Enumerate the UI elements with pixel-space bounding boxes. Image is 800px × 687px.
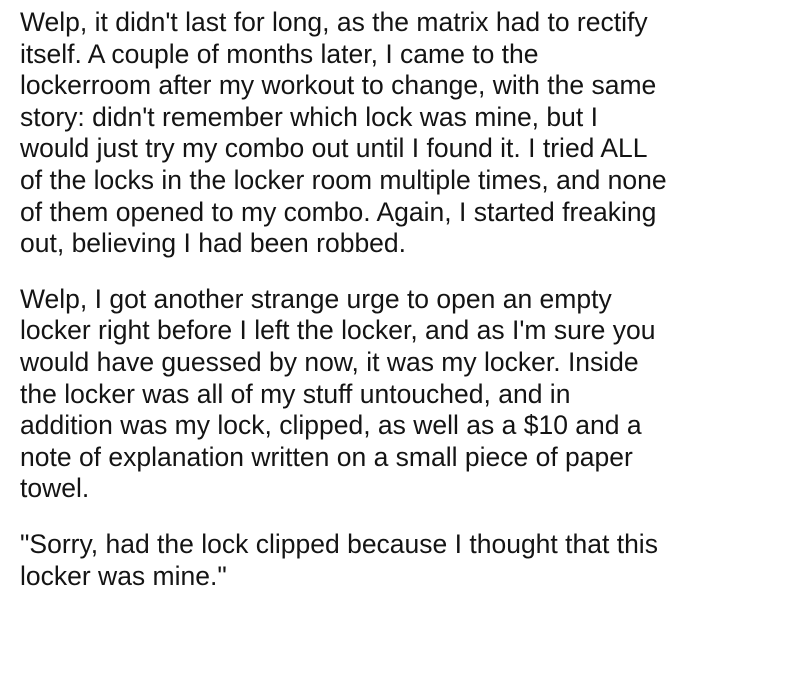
text-line: of the locks in the locker room multiple…	[20, 164, 667, 195]
text-line: note of explanation written on a small p…	[20, 441, 633, 472]
text-line: story: didn't remember which lock was mi…	[20, 101, 598, 132]
text-line: addition was my lock, clipped, as well a…	[20, 410, 642, 441]
text-line: would just try my combo out until I foun…	[20, 133, 648, 164]
text-line: of them opened to my combo. Again, I sta…	[20, 196, 657, 227]
text-line: would have guessed by now, it was my loc…	[20, 346, 639, 377]
text-line: locker was mine."	[20, 560, 227, 591]
text-line: out, believing I had been robbed.	[20, 228, 407, 259]
text-line: itself. A couple of months later, I came…	[20, 38, 539, 69]
paragraph-3-quote: "Sorry, had the lock clipped because I t…	[20, 529, 780, 592]
text-line: "Sorry, had the lock clipped because I t…	[20, 528, 658, 559]
text-line: the locker was all of my stuff untouched…	[20, 378, 571, 409]
story-page: Welp, it didn't last for long, as the ma…	[0, 0, 800, 687]
text-line: locker right before I left the locker, a…	[20, 315, 656, 346]
paragraph-2: Welp, I got another strange urge to open…	[20, 284, 780, 505]
text-line: Welp, I got another strange urge to open…	[20, 283, 612, 314]
paragraph-1: Welp, it didn't last for long, as the ma…	[20, 7, 780, 260]
text-line: towel.	[20, 473, 90, 504]
text-line: Welp, it didn't last for long, as the ma…	[20, 7, 648, 37]
text-line: lockerroom after my workout to change, w…	[20, 70, 657, 101]
